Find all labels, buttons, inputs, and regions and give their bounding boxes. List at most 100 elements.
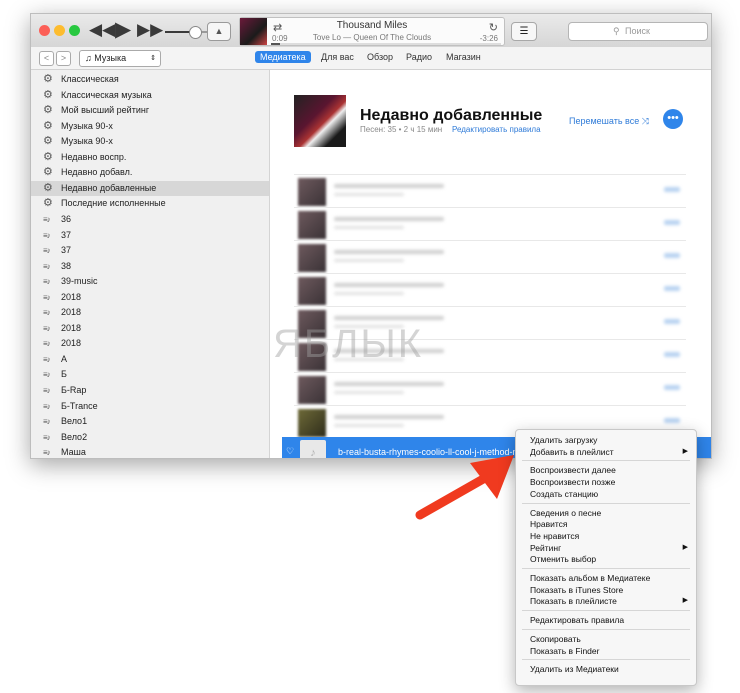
menu-item-label: Показать в плейлисте <box>530 596 617 607</box>
repeat-icon[interactable]: ↻ <box>489 21 498 34</box>
next-icon[interactable]: ▶▶ <box>137 20 163 40</box>
sidebar-item[interactable]: ≡♪ 39-music <box>31 274 269 289</box>
sidebar-item[interactable]: ≡♪ 2018 <box>31 305 269 320</box>
gear-icon: ⚙ <box>43 135 53 148</box>
track-row[interactable] <box>294 240 686 273</box>
sidebar-item[interactable]: ≡♪ 2018 <box>31 290 269 305</box>
track-row[interactable] <box>294 273 686 306</box>
sidebar-item[interactable]: ⚙ Недавно добавл. <box>31 165 269 180</box>
playback-progress-bar[interactable] <box>271 43 501 45</box>
sidebar-item[interactable]: ≡♪ Б-Rap <box>31 383 269 398</box>
sidebar-item[interactable]: ≡♪ Маша <box>31 445 269 458</box>
submenu-arrow-icon: ▶ <box>682 597 688 605</box>
sidebar-item[interactable]: ⚙ Классическая музыка <box>31 88 269 103</box>
submenu-arrow-icon: ▶ <box>682 543 688 551</box>
sidebar-item[interactable]: ≡♪ 2018 <box>31 336 269 351</box>
sidebar-item[interactable]: ≡♪ Б <box>31 367 269 382</box>
context-menu-item[interactable]: Удалить загрузку <box>516 434 696 446</box>
forward-button[interactable]: > <box>56 51 71 66</box>
context-menu-item[interactable]: Воспроизвести позже <box>516 476 696 488</box>
sidebar-item-label: Б <box>61 369 67 380</box>
context-menu-item[interactable]: Отменить выбор <box>516 553 696 565</box>
track-action-blurred[interactable] <box>664 286 680 291</box>
sidebar-item[interactable]: ≡♪ 37 <box>31 228 269 243</box>
gear-icon: ⚙ <box>43 73 53 85</box>
tab-radio[interactable]: Радио <box>401 51 437 63</box>
sidebar-item[interactable]: ≡♪ 37 <box>31 243 269 258</box>
context-menu-item[interactable]: Удалить из Медиатеки <box>516 663 696 675</box>
sidebar-item-label: Недавно добавленные <box>61 182 157 193</box>
context-menu-item[interactable]: Показать в iTunes Store <box>516 584 696 596</box>
context-menu-item[interactable]: Воспроизвести далее <box>516 464 696 476</box>
track-title-blurred <box>334 217 444 221</box>
sidebar-item[interactable]: ⚙ Классическая <box>31 72 269 87</box>
sidebar-item-label: 37 <box>61 245 72 256</box>
track-row[interactable] <box>294 174 686 207</box>
sidebar-item[interactable]: ≡♪ 2018 <box>31 321 269 336</box>
media-source-select[interactable]: ♫ Музыка ⇕ <box>79 50 161 67</box>
sidebar-item[interactable]: ⚙ Последние исполненные <box>31 196 269 211</box>
airplay-icon[interactable]: ▲ <box>207 22 231 41</box>
tab-browse[interactable]: Обзор <box>362 51 398 63</box>
context-menu-item[interactable]: Рейтинг ▶ <box>516 542 696 554</box>
sidebar-item[interactable]: ≡♪ Вело2 <box>31 430 269 445</box>
context-menu-item[interactable]: Создать станцию <box>516 488 696 500</box>
context-menu-item[interactable]: Не нравится <box>516 530 696 542</box>
sidebar-item[interactable]: ≡♪ А <box>31 352 269 367</box>
search-input[interactable]: ⚲ Поиск <box>568 22 708 41</box>
back-button[interactable]: < <box>39 51 54 66</box>
gear-icon: ⚙ <box>43 119 53 132</box>
close-window-button[interactable] <box>39 25 50 36</box>
watermark: ЯБЛЫК <box>273 322 424 366</box>
edit-rules-link[interactable]: Редактировать правила <box>452 125 541 134</box>
context-menu-item[interactable]: Нравится <box>516 518 696 530</box>
sidebar-item[interactable]: ⚙ Мой высший рейтинг <box>31 103 269 118</box>
context-menu-item[interactable]: Показать альбом в Медиатеке <box>516 572 696 584</box>
sidebar-item[interactable]: ⚙ Музыка 90-х <box>31 119 269 134</box>
track-action-blurred[interactable] <box>664 418 680 423</box>
sidebar-item[interactable]: ≡♪ 36 <box>31 212 269 227</box>
now-playing-artwork[interactable] <box>240 18 267 45</box>
track-action-blurred[interactable] <box>664 253 680 258</box>
more-options-button[interactable]: ••• <box>663 109 683 129</box>
arrow-head <box>470 455 514 499</box>
volume-slider-knob[interactable] <box>189 26 202 39</box>
context-menu-item[interactable]: Сведения о песне <box>516 507 696 519</box>
track-action-blurred[interactable] <box>664 187 680 192</box>
sidebar-item[interactable]: ≡♪ Б-Trance <box>31 399 269 414</box>
now-playing-artist[interactable]: Tove Lo — Queen Of The Clouds <box>268 33 476 42</box>
sidebar-item[interactable]: ⚙ Недавно добавленные <box>31 180 269 196</box>
play-icon[interactable]: ▶ <box>115 17 131 42</box>
playlist-icon: ≡♪ <box>43 230 51 240</box>
tab-store[interactable]: Магазин <box>441 51 486 63</box>
up-next-list-button[interactable]: ☰ <box>511 22 537 41</box>
heart-icon[interactable]: ♡ <box>286 446 294 457</box>
menu-item-label: Показать альбом в Медиатеке <box>530 573 651 583</box>
minimize-window-button[interactable] <box>54 25 65 36</box>
track-action-blurred[interactable] <box>664 220 680 225</box>
playlist-stats: Песен: 35 • 2 ч 15 мин <box>360 125 443 134</box>
track-action-blurred[interactable] <box>664 352 680 357</box>
context-menu-item[interactable]: Добавить в плейлист ▶ <box>516 446 696 458</box>
playback-progress-fill <box>271 43 281 45</box>
context-menu-item[interactable]: Показать в Finder <box>516 645 696 657</box>
track-row[interactable] <box>294 372 686 405</box>
context-menu-item[interactable]: Редактировать правила <box>516 614 696 626</box>
zoom-window-button[interactable] <box>69 25 80 36</box>
track-action-blurred[interactable] <box>664 319 680 324</box>
sidebar-item[interactable]: ≡♪ 38 <box>31 259 269 274</box>
track-action-blurred[interactable] <box>664 385 680 390</box>
shuffle-all-button[interactable]: Перемешать все ⤨ <box>569 116 649 127</box>
tab-library[interactable]: Медиатека <box>255 51 311 63</box>
context-menu-item[interactable]: Показать в плейлисте ▶ <box>516 595 696 607</box>
sidebar-item[interactable]: ≡♪ Вело1 <box>31 414 269 429</box>
tab-for-you[interactable]: Для вас <box>316 51 359 63</box>
playlist-icon: ≡♪ <box>43 386 51 395</box>
sidebar-item[interactable]: ⚙ Музыка 90-х <box>31 134 269 149</box>
playlist-icon: ≡♪ <box>43 308 51 318</box>
track-row[interactable] <box>294 207 686 240</box>
sidebar-item[interactable]: ⚙ Недавно воспр. <box>31 150 269 165</box>
previous-icon[interactable]: ◀◀ <box>89 20 115 40</box>
context-menu-item[interactable]: Скопировать <box>516 633 696 645</box>
menu-separator <box>522 568 690 569</box>
